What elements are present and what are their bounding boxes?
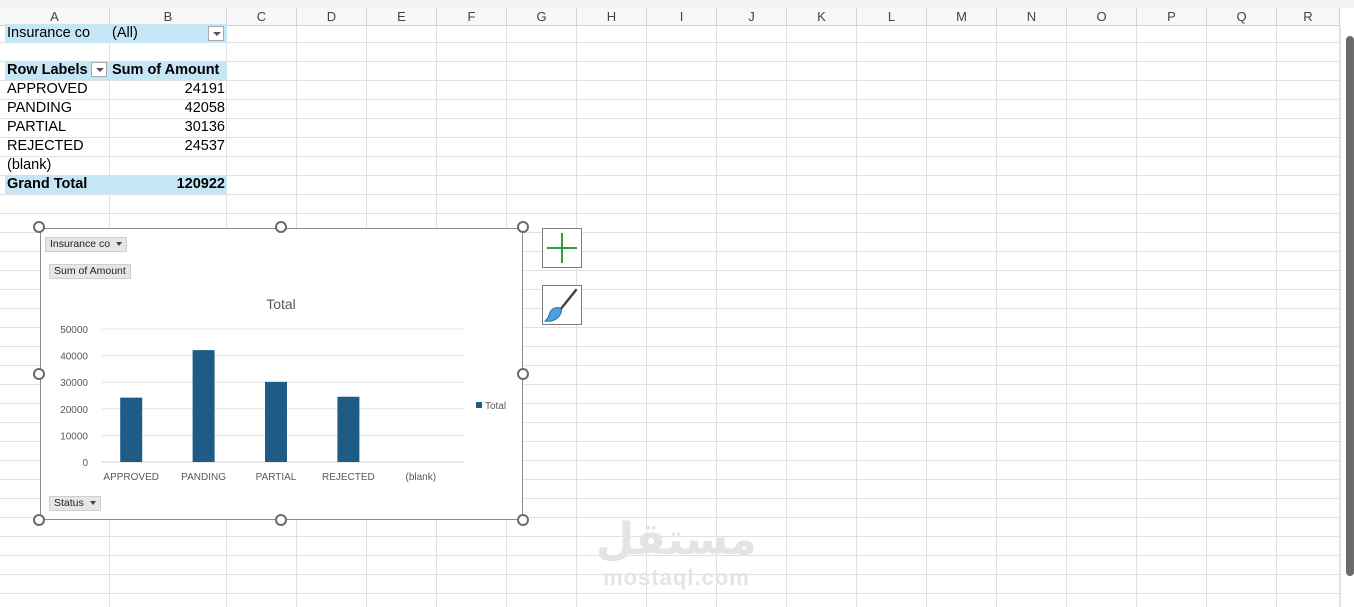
column-header[interactable]: J	[717, 8, 787, 26]
grid-vline	[856, 26, 857, 607]
watermark: مستقل mostaql.com	[596, 515, 757, 591]
resize-handle-bottom-left[interactable]	[33, 514, 45, 526]
brush-icon	[543, 288, 578, 322]
column-header[interactable]: K	[787, 8, 857, 26]
grid-vline	[1276, 26, 1277, 607]
column-header[interactable]: G	[507, 8, 577, 26]
chart-styles-button[interactable]	[542, 285, 582, 325]
resize-handle-top-right[interactable]	[517, 221, 529, 233]
x-tick-label: REJECTED	[322, 472, 375, 483]
chart-bar	[337, 396, 360, 462]
row-labels-header-text: Row Labels	[7, 62, 88, 78]
watermark-latin: mostaql.com	[603, 565, 750, 590]
grid-hline	[0, 593, 1340, 594]
column-header[interactable]: I	[647, 8, 717, 26]
chart-plot: Total 0 10000 20000 30000 40000 50000 APPROVED P…	[60, 296, 506, 483]
column-header[interactable]: R	[1277, 8, 1340, 26]
pivot-row-label: PARTIAL	[7, 119, 67, 135]
grid-vline	[1136, 26, 1137, 607]
toolbar-strip	[0, 0, 1354, 8]
chart-bar	[192, 350, 215, 462]
pivot-filter-value: (All)	[112, 25, 138, 41]
pivot-filter-dropdown[interactable]	[208, 26, 224, 41]
row-labels-filter-dropdown[interactable]	[91, 62, 107, 77]
y-tick-label: 0	[82, 458, 88, 469]
chart-elements-button[interactable]	[542, 228, 582, 268]
x-tick-label: PARTIAL	[256, 472, 297, 483]
pivot-row-value: 24191	[184, 81, 225, 97]
chart-bar	[265, 381, 287, 462]
grid-vline	[1066, 26, 1067, 607]
grid-vline	[996, 26, 997, 607]
column-header[interactable]: H	[577, 8, 647, 26]
resize-handle-top-middle[interactable]	[275, 221, 287, 233]
grid-vline	[786, 26, 787, 607]
legend-label: Total	[485, 401, 506, 412]
watermark-arabic: مستقل	[596, 514, 757, 565]
column-header[interactable]: E	[367, 8, 437, 26]
grid-vline	[926, 26, 927, 607]
x-tick-label: (blank)	[406, 472, 437, 483]
column-header[interactable]: N	[997, 8, 1067, 26]
column-header[interactable]: P	[1137, 8, 1207, 26]
chart-title: Total	[266, 296, 296, 312]
chart-bar	[120, 397, 143, 462]
column-header[interactable]: O	[1067, 8, 1137, 26]
x-tick-label: APPROVED	[103, 472, 159, 483]
y-tick-label: 30000	[60, 378, 88, 389]
pivot-filter-field-cell: Insurance co	[5, 24, 110, 43]
y-tick-label: 10000	[60, 431, 88, 442]
grand-total-label: Grand Total	[5, 175, 110, 194]
grid-vline	[1206, 26, 1207, 607]
plus-icon	[547, 233, 577, 263]
sum-of-amount-header-text: Sum of Amount	[112, 62, 220, 78]
column-header[interactable]: M	[927, 8, 997, 26]
pivot-row-value: 30136	[184, 119, 225, 135]
pivot-row-label: REJECTED	[7, 138, 84, 154]
grand-total-value: 120922	[110, 175, 227, 194]
resize-handle-bottom-middle[interactable]	[275, 514, 287, 526]
grid-hline	[0, 213, 1340, 214]
resize-handle-top-left[interactable]	[33, 221, 45, 233]
grid-hline	[0, 194, 1340, 195]
y-tick-label: 20000	[60, 405, 88, 416]
pivot-row-label: PANDING	[7, 100, 72, 116]
x-tick-label: PANDING	[181, 472, 226, 483]
column-header[interactable]: Q	[1207, 8, 1277, 26]
pivot-row-label: (blank)	[7, 157, 52, 173]
pivot-filter-label: Insurance co	[7, 25, 91, 41]
pivot-row-value	[110, 156, 227, 175]
vertical-scrollbar-thumb[interactable]	[1346, 36, 1354, 576]
resize-handle-middle-left[interactable]	[33, 368, 45, 380]
legend-swatch	[476, 402, 482, 408]
y-tick-label: 50000	[60, 325, 88, 336]
pivot-row-label: APPROVED	[7, 81, 88, 97]
column-header[interactable]: C	[227, 8, 297, 26]
column-header[interactable]: L	[857, 8, 927, 26]
column-header[interactable]: D	[297, 8, 367, 26]
column-header[interactable]: F	[437, 8, 507, 26]
sum-of-amount-header: Sum of Amount	[110, 61, 227, 80]
y-tick-label: 40000	[60, 352, 88, 363]
resize-handle-middle-right[interactable]	[517, 368, 529, 380]
pivot-chart[interactable]: Insurance co Sum of Amount Status Total 0…	[40, 228, 523, 520]
pivot-row-value: 42058	[184, 100, 225, 116]
pivot-row-value: 24537	[184, 138, 225, 154]
resize-handle-bottom-right[interactable]	[517, 514, 529, 526]
